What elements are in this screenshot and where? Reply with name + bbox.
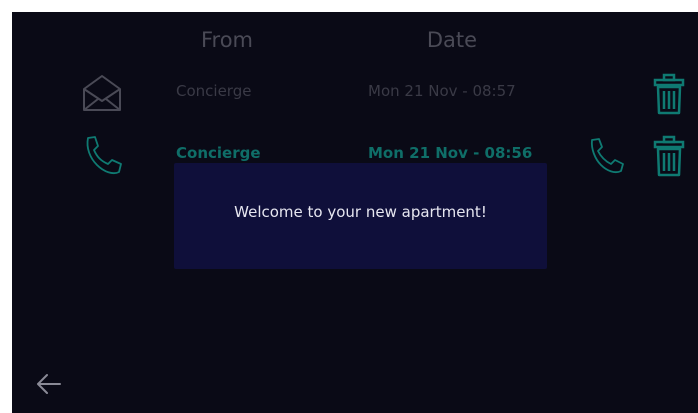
message-from: Concierge	[176, 82, 252, 100]
phone-icon	[80, 134, 124, 176]
message-log-screen: From Date Concierge Mon 21 Nov - 08:57 C…	[12, 12, 698, 413]
message-dialog[interactable]: Welcome to your new apartment!	[174, 163, 547, 269]
message-date: Mon 21 Nov - 08:56	[368, 144, 533, 162]
column-header-from: From	[200, 28, 254, 52]
trash-icon[interactable]	[651, 72, 687, 116]
envelope-open-icon	[80, 72, 124, 114]
phone-icon[interactable]	[586, 136, 626, 176]
column-header-date: Date	[426, 28, 478, 52]
message-from: Concierge	[176, 144, 261, 162]
arrow-left-icon[interactable]	[34, 370, 66, 398]
message-text: Welcome to your new apartment!	[234, 203, 487, 221]
message-date: Mon 21 Nov - 08:57	[368, 82, 516, 100]
trash-icon[interactable]	[651, 134, 687, 178]
message-row[interactable]: Concierge Mon 21 Nov - 08:57	[12, 68, 698, 118]
